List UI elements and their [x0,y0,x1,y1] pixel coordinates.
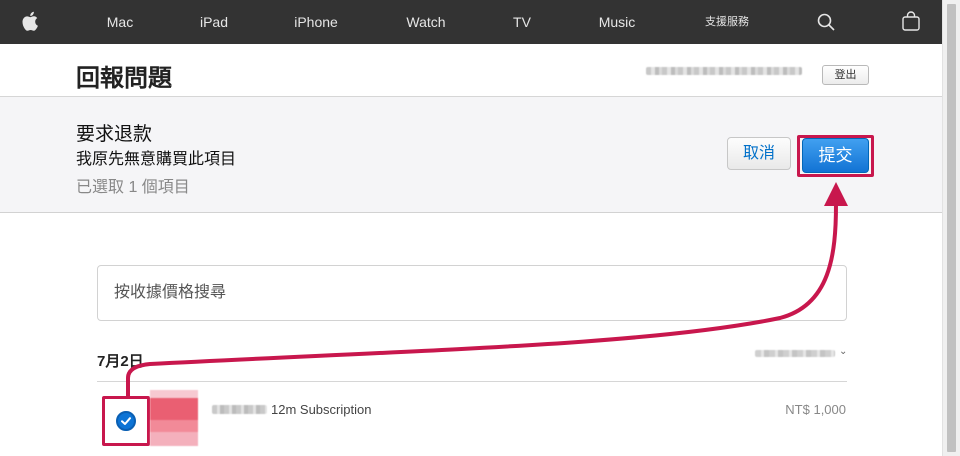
request-type-title: 要求退款 [76,124,153,145]
app-name-redacted [212,405,267,414]
page: Mac iPad iPhone Watch TV Music 支援服務 回報問題… [0,0,960,456]
nav-item-support[interactable]: 支援服務 [705,0,749,44]
scrollbar[interactable] [942,0,960,456]
nav-item-iphone[interactable]: iPhone [294,0,338,44]
apple-logo-icon[interactable] [22,11,38,36]
page-header: 回報問題 登出 [0,44,942,97]
list-item[interactable] [97,382,847,456]
item-checkbox[interactable] [116,411,136,431]
signout-button[interactable]: 登出 [822,65,869,85]
bag-icon[interactable] [902,11,920,36]
search-box[interactable] [97,265,847,321]
nav-item-music[interactable]: Music [599,0,636,44]
nav-item-ipad[interactable]: iPad [200,0,228,44]
item-price: NT$ 1,000 [785,402,846,417]
cancel-button[interactable]: 取消 [727,137,791,170]
nav-item-tv[interactable]: TV [513,0,531,44]
request-reason: 我原先無意購買此項目 [76,151,237,168]
sort-dropdown[interactable]: ⌄ [755,346,847,362]
nav-item-watch[interactable]: Watch [406,0,445,44]
account-email-redacted [646,67,802,75]
selected-count: 已選取 1 個項目 [76,179,190,196]
purchase-date: 7月2日 [97,353,144,370]
app-icon [150,390,198,446]
search-input[interactable] [114,266,814,320]
submit-button[interactable]: 提交 [802,138,869,173]
global-nav: Mac iPad iPhone Watch TV Music 支援服務 [0,0,942,44]
nav-item-mac[interactable]: Mac [107,0,133,44]
page-title: 回報問題 [76,65,172,92]
search-icon[interactable] [817,13,835,36]
scrollbar-thumb[interactable] [947,4,956,452]
item-title: 12m Subscription [271,402,372,417]
chevron-down-icon: ⌄ [839,346,848,357]
checkmark-icon [121,417,131,425]
sort-dropdown-label-redacted [755,350,835,357]
